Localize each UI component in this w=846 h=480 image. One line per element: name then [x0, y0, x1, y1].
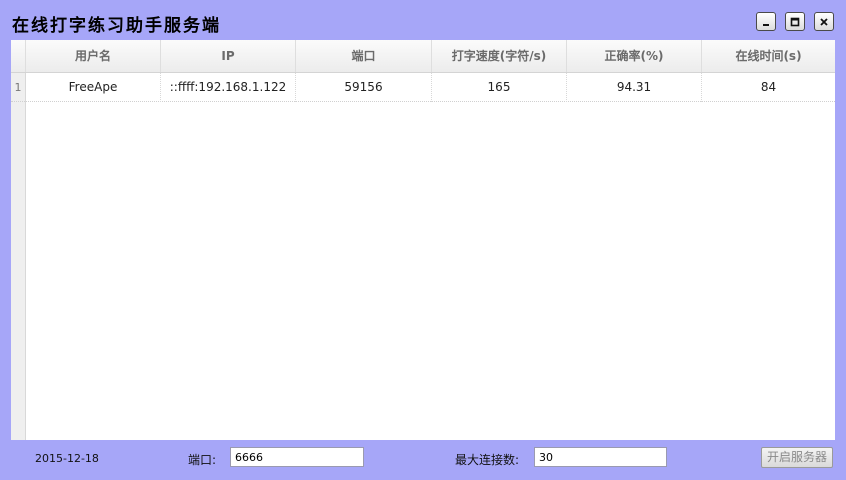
cell-ip: ::ffff:192.168.1.122 [160, 73, 295, 102]
max-connections-label: 最大连接数: [455, 453, 520, 467]
port-label: 端口: [188, 453, 217, 467]
maximize-icon [790, 17, 800, 26]
cell-typing-speed: 165 [431, 73, 566, 102]
table-row[interactable]: 1 FreeApe ::ffff:192.168.1.122 59156 165… [11, 73, 835, 102]
client-table: 用户名 IP 端口 打字速度(字符/s) 正确率(%) 在线时间(s) 1 Fr… [11, 40, 835, 440]
close-icon [820, 17, 828, 26]
max-connections-input[interactable] [534, 447, 667, 467]
column-header-ip[interactable]: IP [160, 40, 295, 72]
cell-accuracy: 94.31 [566, 73, 701, 102]
row-number: 1 [14, 81, 22, 94]
close-button[interactable] [814, 12, 834, 31]
cell-online-time: 84 [701, 73, 835, 102]
port-input[interactable] [230, 447, 364, 467]
column-header-accuracy[interactable]: 正确率(%) [566, 40, 701, 72]
column-header-username[interactable]: 用户名 [25, 40, 160, 72]
minimize-icon [763, 23, 769, 26]
start-server-button[interactable]: 开启服务器 [761, 447, 833, 468]
maximize-button[interactable] [785, 12, 805, 31]
column-header-typing-speed[interactable]: 打字速度(字符/s) [431, 40, 566, 72]
minimize-button[interactable] [756, 12, 776, 31]
column-header-port[interactable]: 端口 [295, 40, 431, 72]
column-header-online-time[interactable]: 在线时间(s) [701, 40, 835, 72]
footer-bar: 2015-12-18 端口: 最大连接数: 开启服务器 [0, 440, 846, 480]
cell-port: 59156 [295, 73, 431, 102]
title-bar: 在线打字练习助手服务端 [0, 0, 846, 40]
table-header: 用户名 IP 端口 打字速度(字符/s) 正确率(%) 在线时间(s) [11, 40, 835, 73]
date-label: 2015-12-18 [35, 452, 99, 465]
window-title: 在线打字练习助手服务端 [12, 16, 221, 36]
cell-username: FreeApe [25, 73, 160, 102]
